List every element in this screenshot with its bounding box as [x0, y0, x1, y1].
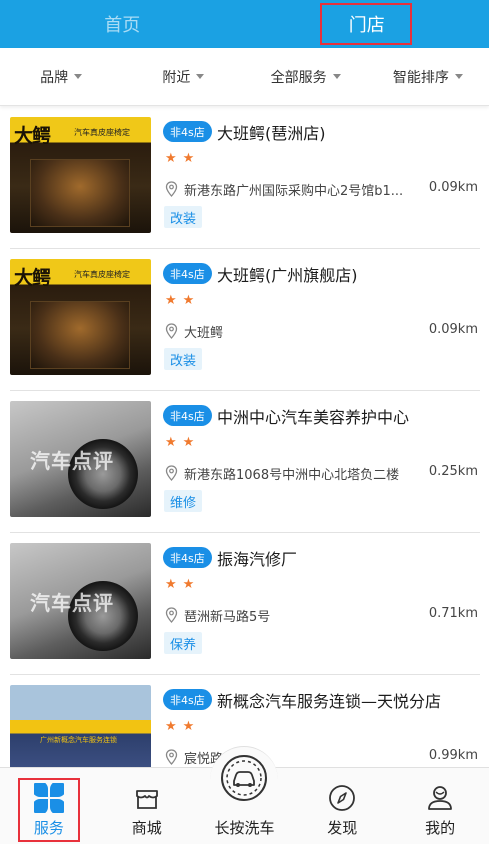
nav-discover-label: 发现	[327, 819, 358, 837]
filter-bar: 品牌 附近 全部服务 智能排序	[0, 48, 489, 106]
store-address: 新港东路1068号中洲中心北塔负二楼	[184, 468, 400, 483]
store-name: 大班鳄(广州旗舰店)	[217, 266, 358, 285]
store-type-badge: 非4s店	[163, 689, 212, 710]
filter-sort[interactable]: 智能排序	[367, 67, 489, 87]
store-sign: 大鳄	[14, 125, 51, 147]
star-rating: ★ ★	[165, 152, 194, 165]
store-sign-sub: 汽车真皮座椅定	[74, 128, 130, 137]
filter-nearby[interactable]: 附近	[122, 67, 244, 87]
caret-down-icon	[332, 74, 341, 79]
store-list[interactable]: 大鳄 汽车真皮座椅定 非4s店 大班鳄(琶洲店) ★ ★ 新港东路广州国际采购中心…	[0, 107, 489, 767]
store-type-badge: 非4s店	[163, 263, 212, 284]
filter-services[interactable]: 全部服务	[245, 67, 367, 87]
tab-home[interactable]: 首页	[0, 0, 245, 48]
star-icon: ★	[165, 293, 177, 308]
star-icon: ★	[182, 435, 195, 450]
star-icon: ★	[182, 293, 195, 308]
profile-icon	[428, 786, 452, 810]
location-pin-icon	[165, 323, 178, 339]
storefront	[30, 159, 130, 227]
star-rating: ★ ★	[165, 720, 194, 733]
store-type-badge: 非4s店	[163, 121, 212, 142]
tab-stores[interactable]: 门店	[245, 0, 489, 48]
star-icon: ★	[182, 151, 195, 166]
star-rating: ★ ★	[165, 294, 194, 307]
shop-icon	[135, 790, 158, 809]
star-rating: ★ ★	[165, 578, 194, 591]
store-distance: 0.09km	[426, 322, 478, 337]
watermark: 汽车点评	[30, 591, 114, 615]
star-icon: ★	[182, 577, 195, 592]
nav-car-wash[interactable]: 长按洗车	[196, 746, 294, 844]
store-name: 大班鳄(琶洲店)	[217, 124, 326, 143]
caret-down-icon	[196, 74, 205, 79]
service-tag: 保养	[164, 632, 203, 654]
highlight-box	[319, 3, 412, 45]
nav-car-wash-label: 长按洗车	[214, 819, 275, 837]
store-sign: 广州新概念汽车服务连锁	[40, 736, 117, 744]
store-distance: 0.25km	[426, 464, 478, 479]
store-distance: 0.99km	[426, 748, 478, 763]
store-sign: 大鳄	[14, 267, 51, 289]
store-distance: 0.71km	[426, 606, 478, 621]
top-tab-bar: 首页 门店	[0, 0, 489, 48]
location-pin-icon	[165, 607, 178, 623]
store-type-badge: 非4s店	[163, 405, 212, 426]
service-tag: 改装	[164, 206, 203, 228]
star-icon: ★	[182, 719, 195, 734]
store-row[interactable]: 大鳄 汽车真皮座椅定 非4s店 大班鳄(琶洲店) ★ ★ 新港东路广州国际采购中心…	[10, 107, 480, 249]
store-sign-sub: 汽车真皮座椅定	[74, 270, 130, 279]
filter-brand[interactable]: 品牌	[0, 67, 122, 87]
filter-nearby-label: 附近	[162, 69, 191, 86]
store-row[interactable]: 大鳄 汽车真皮座椅定 非4s店 大班鳄(广州旗舰店) ★ ★ 大班鳄 0.09km…	[10, 249, 480, 391]
storefront	[30, 301, 130, 369]
store-address: 琶洲新马路5号	[184, 610, 271, 625]
star-icon: ★	[165, 719, 177, 734]
store-name: 中洲中心汽车美容养护中心	[217, 408, 410, 427]
star-icon: ★	[165, 151, 177, 166]
store-address: 大班鳄	[184, 326, 224, 341]
store-thumbnail: 汽车点评	[10, 543, 151, 659]
store-thumbnail: 大鳄 汽车真皮座椅定	[10, 117, 151, 233]
tab-home-label: 首页	[104, 15, 141, 36]
service-tag: 维修	[164, 490, 203, 512]
store-row[interactable]: 汽车点评 非4s店 中洲中心汽车美容养护中心 ★ ★ 新港东路1068号中洲中心北…	[10, 391, 480, 533]
location-pin-icon	[165, 465, 178, 481]
highlight-box	[18, 778, 80, 842]
star-icon: ★	[165, 577, 177, 592]
store-row[interactable]: 汽车点评 非4s店 振海汽修厂 ★ ★ 琶洲新马路5号 0.71km 保养	[10, 533, 480, 675]
store-name: 新概念汽车服务连锁—天悦分店	[217, 692, 442, 711]
store-thumbnail: 广州新概念汽车服务连锁	[10, 685, 151, 767]
caret-down-icon	[74, 74, 83, 79]
location-pin-icon	[165, 181, 178, 197]
filter-sort-label: 智能排序	[392, 69, 449, 86]
nav-profile[interactable]: 我的	[391, 768, 489, 844]
store-name: 振海汽修厂	[217, 550, 298, 569]
location-pin-icon	[165, 749, 178, 765]
store-thumbnail: 大鳄 汽车真皮座椅定	[10, 259, 151, 375]
store-distance: 0.09km	[426, 180, 478, 195]
nav-shop-label: 商城	[131, 819, 162, 837]
bottom-nav: 服务 商城 长按洗车 发现 我的	[0, 746, 489, 844]
store-type-badge: 非4s店	[163, 547, 212, 568]
nav-discover[interactable]: 发现	[293, 768, 391, 844]
car-wash-icon	[221, 755, 268, 801]
service-tag: 改装	[164, 348, 203, 370]
star-rating: ★ ★	[165, 436, 194, 449]
filter-brand-label: 品牌	[40, 69, 69, 86]
nav-shop[interactable]: 商城	[98, 768, 196, 844]
nav-service[interactable]: 服务	[0, 768, 98, 844]
caret-down-icon	[454, 74, 463, 79]
store-address: 新港东路广州国际采购中心2号馆b1...	[184, 184, 404, 199]
star-icon: ★	[165, 435, 177, 450]
filter-services-label: 全部服务	[270, 69, 327, 86]
compass-icon	[329, 785, 356, 811]
nav-profile-label: 我的	[425, 819, 456, 837]
watermark: 汽车点评	[30, 449, 114, 473]
store-thumbnail: 汽车点评	[10, 401, 151, 517]
